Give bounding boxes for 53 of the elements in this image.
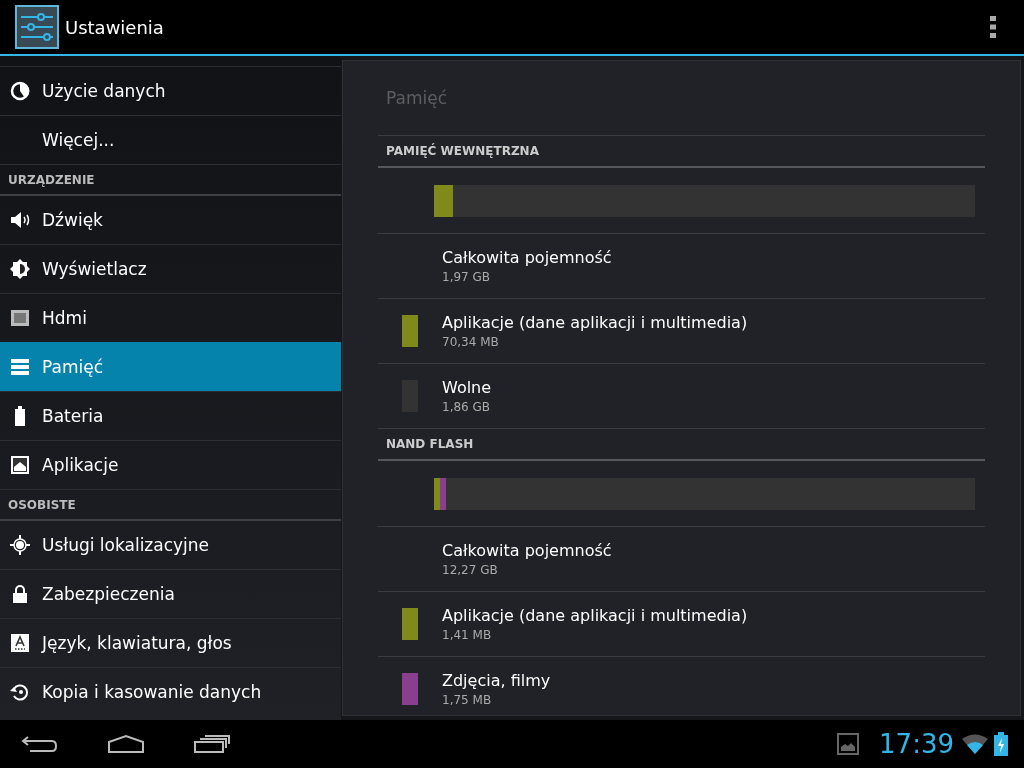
restore-icon <box>10 682 30 702</box>
brightness-icon <box>10 259 30 279</box>
back-icon[interactable] <box>20 734 60 754</box>
row-label: Całkowita pojemność <box>442 248 612 267</box>
settings-item[interactable]: Usługi lokalizacyjne <box>0 521 341 569</box>
home-icon[interactable] <box>106 734 146 754</box>
section-header: PAMIĘĆ WEWNĘTRZNA <box>378 136 985 168</box>
row-value: 1,97 GB <box>442 270 492 284</box>
settings-item[interactable]: Użycie danych <box>0 66 341 115</box>
pie-chart-icon <box>10 81 30 101</box>
settings-item[interactable]: Pamięć <box>0 342 341 391</box>
section-header: URZĄDZENIE <box>0 164 341 196</box>
settings-item[interactable]: Bateria <box>0 391 341 440</box>
row-value: 1,41 MB <box>442 628 493 642</box>
location-icon <box>10 535 30 555</box>
battery-charging-icon <box>994 732 1008 756</box>
row-value: 12,27 GB <box>442 563 499 577</box>
apps-icon <box>10 455 30 475</box>
speaker-icon <box>10 210 30 230</box>
storage-row[interactable]: Całkowita pojemność 12,27 GB <box>378 527 985 592</box>
row-label: Aplikacje (dane aplikacji i multimedia) <box>442 606 748 625</box>
row-label: Całkowita pojemność <box>442 541 612 560</box>
image-notification-icon[interactable] <box>837 733 860 755</box>
row-label: Aplikacje (dane aplikacji i multimedia) <box>442 313 748 332</box>
lock-icon <box>10 584 30 604</box>
recent-apps-icon[interactable] <box>192 734 232 754</box>
section-header: OSOBISTE <box>0 489 341 521</box>
row-value: 1,86 GB <box>442 400 492 414</box>
storage-row[interactable]: Całkowita pojemność 1,97 GB <box>378 234 985 299</box>
panel-title: Pamięć <box>386 88 447 108</box>
storage-row[interactable]: Aplikacje (dane aplikacji i multimedia) 1,41 MB <box>378 592 985 657</box>
settings-item[interactable]: Więcej... <box>0 115 341 164</box>
settings-item[interactable]: Dźwięk <box>0 196 341 244</box>
storage-row[interactable]: Wolne 1,86 GB <box>378 364 985 429</box>
settings-sliders-icon[interactable] <box>15 5 59 49</box>
row-value: 1,75 MB <box>442 693 493 707</box>
settings-item[interactable]: Język, klawiatura, głos <box>0 618 341 667</box>
section-header: NAND FLASH <box>378 429 985 461</box>
storage-icon <box>10 357 30 377</box>
row-label: Zdjęcia, filmy <box>442 671 551 690</box>
storage-row[interactable]: Aplikacje (dane aplikacji i multimedia) 70,34 MB <box>378 299 985 364</box>
screen-icon <box>10 308 30 328</box>
overflow-menu-icon[interactable] <box>990 16 996 38</box>
wifi-icon <box>962 734 988 754</box>
settings-item[interactable]: Wyświetlacz <box>0 244 341 293</box>
settings-item[interactable]: Aplikacje <box>0 440 341 489</box>
row-label: Wolne <box>442 378 492 397</box>
keyboard-key-icon <box>10 633 30 653</box>
settings-item[interactable]: Zabezpieczenia <box>0 569 341 618</box>
settings-item[interactable]: Kopia i kasowanie danych <box>0 667 341 716</box>
app-title: Ustawienia <box>65 16 165 38</box>
clock-time: 17:39 <box>879 729 954 759</box>
row-value: 70,34 MB <box>442 335 500 349</box>
